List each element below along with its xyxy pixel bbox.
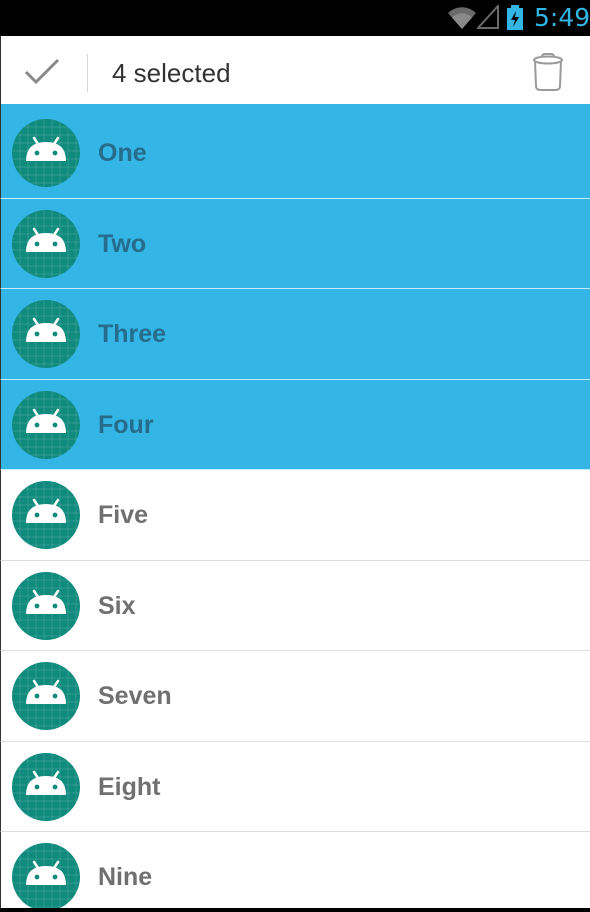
cell-signal-icon	[475, 3, 499, 34]
list-item-label: Three	[98, 320, 167, 348]
checkmark-icon[interactable]	[23, 56, 61, 91]
list-item[interactable]: Four	[0, 379, 590, 470]
list-item[interactable]: One	[0, 108, 590, 199]
android-avatar-icon	[12, 571, 80, 640]
trash-icon[interactable]	[532, 52, 564, 97]
android-avatar-icon	[12, 752, 80, 821]
android-avatar-icon	[12, 390, 80, 459]
android-avatar-icon	[12, 481, 80, 549]
list-item[interactable]: Nine	[0, 832, 590, 908]
status-time: 5:49	[534, 3, 590, 32]
selection-count-title: 4 selected	[112, 58, 231, 88]
list-item-label: Four	[98, 410, 154, 439]
list-item-label: Eight	[98, 772, 161, 801]
android-avatar-icon	[12, 119, 80, 187]
list-item[interactable]: Six	[0, 560, 590, 651]
android-avatar-icon	[12, 209, 80, 278]
list-item[interactable]: Three	[0, 289, 590, 380]
battery-charging-icon	[506, 5, 524, 36]
list-item-label: Seven	[98, 682, 172, 710]
bottom-edge	[0, 908, 590, 912]
android-avatar-icon	[12, 300, 80, 368]
wifi-icon	[447, 4, 477, 35]
list-item-label: Two	[98, 229, 147, 258]
list-item[interactable]: Eight	[0, 741, 590, 832]
item-list: One Two Three Four Five Six Seven Eight Nine	[0, 108, 590, 908]
action-bar-divider	[87, 54, 88, 92]
status-bar: 5:49	[0, 0, 590, 36]
list-item[interactable]: Five	[0, 470, 590, 561]
list-item-label: One	[98, 139, 147, 167]
list-item-label: Five	[98, 501, 149, 529]
contextual-action-bar: 4 selected	[0, 36, 590, 108]
list-item[interactable]: Two	[0, 198, 590, 289]
list-item[interactable]: Seven	[0, 651, 590, 742]
android-avatar-icon	[12, 843, 80, 908]
android-avatar-icon	[12, 662, 80, 730]
list-item-label: Nine	[98, 863, 153, 891]
list-item-label: Six	[98, 591, 136, 620]
